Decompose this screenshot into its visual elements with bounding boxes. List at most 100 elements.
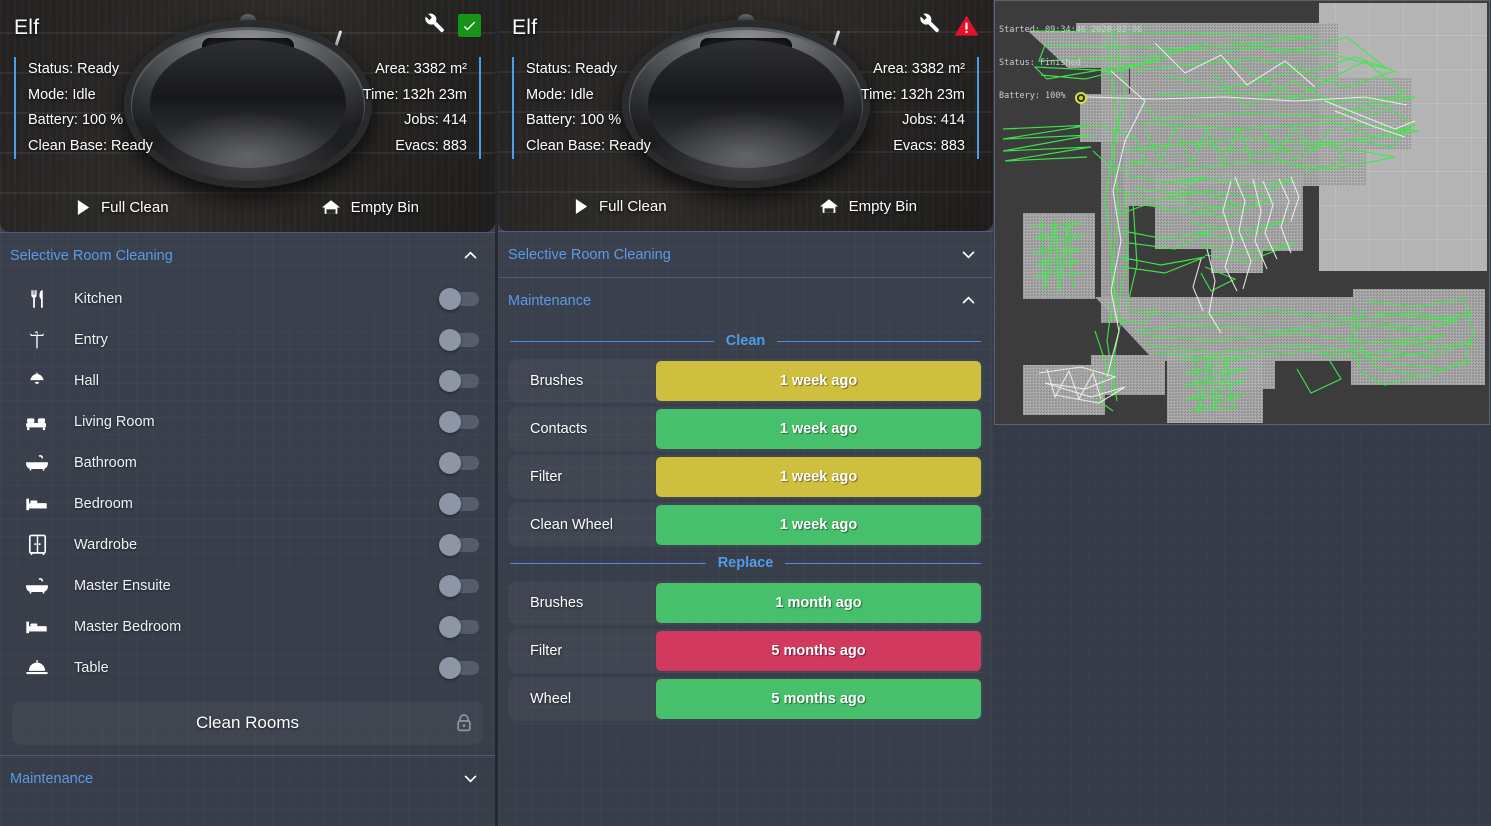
room-toggle[interactable] [439,451,479,474]
room-row-hall[interactable]: Hall [0,360,495,401]
stat-status: Status: Ready [28,61,120,77]
maintenance-item-name: Wheel [530,691,572,707]
wrench-icon[interactable] [420,13,444,37]
room-toggle[interactable] [439,615,479,638]
stat-status: Status: Ready [526,61,618,77]
full-clean-label: Full Clean [101,199,169,216]
robot-header-card: Elf iRobotRoomba [0,0,495,232]
maintenance-item-value[interactable]: 1 week ago [656,457,981,497]
room-label: Wardrobe [74,536,138,553]
room-toggle[interactable] [439,287,479,310]
vacuum-body: iRobotRoomba [123,20,372,188]
divider-line-right [777,340,981,342]
sofa-icon [22,410,52,434]
cutlery-icon [22,287,52,311]
maintenance-item-value[interactable]: 5 months ago [656,631,981,671]
check-ok-icon[interactable] [458,13,481,37]
empty-bin-label: Empty Bin [350,199,419,216]
divider-line-right [785,562,981,564]
cloche-icon [22,656,52,680]
robot-name: Elf [512,16,538,39]
full-clean-button[interactable]: Full Clean [76,199,169,216]
room-toggle[interactable] [439,492,479,515]
empty-bin-button[interactable]: Empty Bin [819,198,917,215]
robot-action-row: Full Clean Empty Bin [0,199,495,216]
room-row-master-ensuite[interactable]: Master Ensuite [0,565,495,606]
room-row-kitchen[interactable]: Kitchen [0,278,495,319]
room-row-bathroom[interactable]: Bathroom [0,442,495,483]
chevron-down-icon[interactable] [960,246,977,263]
vacuum-body: iRobotRoomba [621,20,870,188]
maintenance-item-name: Clean Wheel [530,517,614,533]
room-toggle[interactable] [439,369,479,392]
wardrobe-icon [22,533,52,557]
room-row-living-room[interactable]: Living Room [0,401,495,442]
maintenance-item-value[interactable]: 1 month ago [656,583,981,623]
map-battery-line: Battery: 100% [999,91,1066,101]
clean-rooms-button[interactable]: Clean Rooms [12,701,483,745]
room-label: Kitchen [74,290,123,307]
stat-area: Area: 3382 m² [873,61,965,77]
divider-line-left [510,562,706,564]
vacuum-bumper [149,40,346,168]
room-row-table[interactable]: Table [0,647,495,688]
bed-icon [22,492,52,516]
maintenance-group-header-replace: Replace [510,555,981,571]
vacuum-illustration: iRobotRoomba [621,14,870,192]
maintenance-item-value[interactable]: 1 week ago [656,505,981,545]
maintenance-item-value[interactable]: 5 months ago [656,679,981,719]
maintenance-body: Clean Brushes 1 week ago Contacts 1 week… [498,323,993,735]
section-header-selective-room-cleaning[interactable]: Selective Room Cleaning [0,232,495,278]
section-header-selective-room-cleaning[interactable]: Selective Room Cleaning [498,231,993,277]
wrench-icon[interactable] [915,13,939,37]
stat-clean-base: Clean Base: Ready [28,137,153,154]
map-started-line: Started: 09:34:46 2020-02-06 [999,25,1143,35]
vacuum-bumper [647,40,844,168]
room-row-bedroom[interactable]: Bedroom [0,483,495,524]
stat-mode: Mode: Idle [526,86,594,103]
room-toggle[interactable] [439,410,479,433]
room-row-master-bedroom[interactable]: Master Bedroom [0,606,495,647]
empty-bin-icon [321,199,341,216]
stat-battery: Battery: 100 % [526,112,622,128]
room-row-entry[interactable]: Entry [0,319,495,360]
room-label: Master Ensuite [74,577,171,594]
stat-jobs: Jobs: 414 [404,112,467,128]
ceiling-lamp-icon [22,369,52,393]
room-label: Living Room [74,413,155,430]
clean-rooms-label: Clean Rooms [196,713,299,732]
chevron-up-icon[interactable] [960,292,977,309]
full-clean-button[interactable]: Full Clean [574,198,667,215]
robot-name: Elf [14,16,40,39]
full-clean-label: Full Clean [599,198,667,215]
maintenance-row: Clean Wheel 1 week ago [508,503,983,547]
maintenance-item-value[interactable]: 1 week ago [656,409,981,449]
stat-time: Time: 132h 23m [362,86,467,103]
section-header-maintenance[interactable]: Maintenance [0,755,495,801]
stat-time: Time: 132h 23m [860,86,965,103]
robot-stats-right: Area: 3382 m² Time: 132h 23m Jobs: 414 E… [363,57,481,159]
stat-area: Area: 3382 m² [375,61,467,77]
room-label: Entry [74,331,108,348]
bathtub-icon [22,451,52,475]
chevron-down-icon[interactable] [462,770,479,787]
room-toggle[interactable] [439,656,479,679]
room-toggle[interactable] [439,533,479,556]
section-title-rooms: Selective Room Cleaning [10,247,173,264]
section-header-maintenance[interactable]: Maintenance [498,277,993,323]
room-toggle[interactable] [439,574,479,597]
chevron-up-icon[interactable] [462,247,479,264]
empty-bin-button[interactable]: Empty Bin [321,199,419,216]
maintenance-row: Filter 1 week ago [508,455,983,499]
maintenance-group-title: Replace [717,555,774,571]
cleaning-map[interactable]: Started: 09:34:46 2020-02-06 Status: Fin… [994,0,1490,425]
room-label: Bathroom [74,454,137,471]
roomba-dashboard: Elf iRobotRoomba [0,0,1491,826]
lock-icon[interactable] [455,713,473,733]
room-row-wardrobe[interactable]: Wardrobe [0,524,495,565]
stat-evacs: Evacs: 883 [893,137,965,154]
empty-bin-icon [819,198,839,215]
maintenance-item-value[interactable]: 1 week ago [656,361,981,401]
warning-triangle-icon[interactable] [953,13,979,37]
room-toggle[interactable] [439,328,479,351]
